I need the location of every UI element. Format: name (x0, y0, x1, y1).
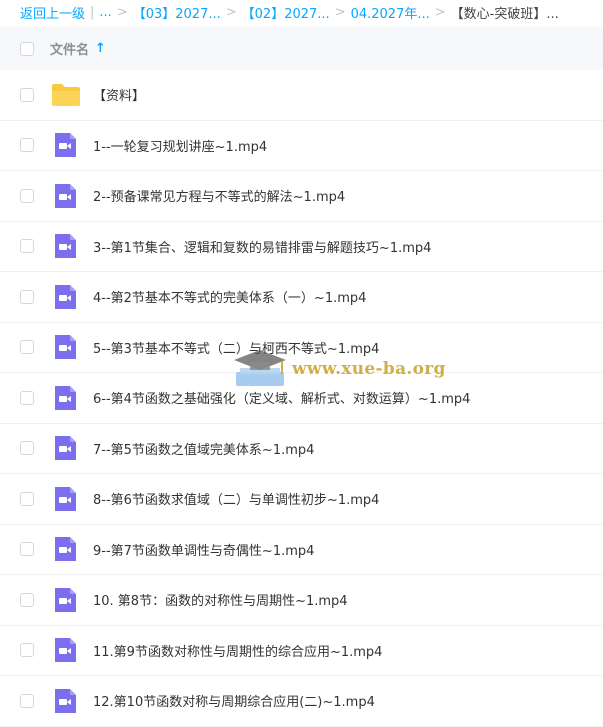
file-row[interactable]: 12.第10节函数对称与周期综合应用(二)~1.mp4 (0, 676, 603, 727)
file-name[interactable]: 2--预备课常见方程与不等式的解法~1.mp4 (93, 186, 345, 205)
video-file-icon (55, 385, 76, 410)
file-row[interactable]: 1--一轮复习规划讲座~1.mp4 (0, 121, 603, 171)
row-checkbox[interactable] (20, 390, 34, 405)
breadcrumb-crumb-2[interactable]: 【02】2027... (242, 3, 330, 22)
file-name[interactable]: 3--第1节集合、逻辑和复数的易错排雷与解题技巧~1.mp4 (93, 237, 431, 256)
video-file-icon (55, 335, 76, 360)
row-checkbox[interactable] (20, 239, 34, 254)
select-all-checkbox[interactable] (20, 41, 34, 56)
video-file-icon (55, 638, 76, 663)
row-checkbox[interactable] (20, 289, 34, 304)
file-row[interactable]: 8--第6节函数求值域（二）与单调性初步~1.mp4 (0, 474, 603, 525)
file-row[interactable]: 10. 第8节：函数的对称性与周期性~1.mp4 (0, 575, 603, 626)
file-name[interactable]: 11.第9节函数对称性与周期性的综合应用~1.mp4 (93, 641, 382, 660)
video-file-icon (55, 234, 76, 259)
file-name[interactable]: 6--第4节函数之基础强化（定义域、解析式、对数运算）~1.mp4 (93, 388, 470, 407)
video-file-icon (55, 284, 76, 309)
file-row[interactable]: 9--第7节函数单调性与奇偶性~1.mp4 (0, 525, 603, 575)
file-name[interactable]: 9--第7节函数单调性与奇偶性~1.mp4 (93, 540, 314, 559)
row-checkbox[interactable] (20, 188, 34, 203)
breadcrumb-crumb-1[interactable]: 【03】2027... (133, 3, 221, 22)
file-name[interactable]: 10. 第8节：函数的对称性与周期性~1.mp4 (93, 590, 348, 609)
column-label: 文件名 (50, 43, 90, 58)
row-checkbox[interactable] (20, 340, 34, 355)
breadcrumb-divider: | (90, 5, 95, 20)
file-name[interactable]: 4--第2节基本不等式的完美体系（一）~1.mp4 (93, 287, 366, 306)
row-checkbox[interactable] (20, 138, 34, 153)
breadcrumb-arrow: > (225, 5, 237, 20)
breadcrumb-ellipsis[interactable]: ... (99, 5, 111, 20)
watermark: www.xue-ba.org (232, 348, 446, 390)
sort-by-name-header[interactable]: 文件名 ↑ (50, 39, 106, 58)
breadcrumb-arrow: > (116, 5, 128, 20)
sort-ascending-icon: ↑ (95, 41, 106, 56)
back-link[interactable]: 返回上一级 (20, 3, 85, 22)
breadcrumb-current: 【数心-突破班】... (450, 7, 559, 22)
row-checkbox[interactable] (20, 491, 34, 506)
breadcrumb-crumb-3[interactable]: 04.2027年... (351, 3, 430, 22)
video-file-icon (55, 537, 76, 562)
graduation-cap-icon (234, 350, 286, 386)
video-file-icon (55, 688, 76, 713)
file-row[interactable]: 11.第9节函数对称性与周期性的综合应用~1.mp4 (0, 626, 603, 676)
file-name[interactable]: 【资料】 (93, 85, 145, 104)
breadcrumb-arrow: > (334, 5, 346, 20)
file-row[interactable]: 7--第5节函数之值域完美体系~1.mp4 (0, 424, 603, 474)
row-checkbox[interactable] (20, 693, 34, 708)
file-row[interactable]: 4--第2节基本不等式的完美体系（一）~1.mp4 (0, 272, 603, 323)
file-name[interactable]: 12.第10节函数对称与周期综合应用(二)~1.mp4 (93, 691, 375, 710)
folder-icon (52, 83, 80, 106)
breadcrumb-arrow: > (434, 5, 446, 20)
file-name[interactable]: 1--一轮复习规划讲座~1.mp4 (93, 136, 267, 155)
file-list: 【资料】 1--一轮复习规划讲座~1.mp4 2--预备课常见方程与不等式的解法~1… (0, 70, 603, 727)
video-file-icon (55, 183, 76, 208)
breadcrumb: 返回上一级 | ... > 【03】2027... > 【02】2027... … (0, 0, 603, 25)
file-list-header: 文件名 ↑ (0, 27, 603, 70)
row-checkbox[interactable] (20, 592, 34, 607)
file-row[interactable]: 3--第1节集合、逻辑和复数的易错排雷与解题技巧~1.mp4 (0, 222, 603, 272)
video-file-icon (55, 436, 76, 461)
file-row[interactable]: 【资料】 (0, 70, 603, 121)
file-name[interactable]: 7--第5节函数之值域完美体系~1.mp4 (93, 439, 314, 458)
watermark-text: www.xue-ba.org (292, 359, 446, 379)
file-row[interactable]: 2--预备课常见方程与不等式的解法~1.mp4 (0, 171, 603, 222)
video-file-icon (55, 133, 76, 158)
row-checkbox[interactable] (20, 643, 34, 658)
file-name[interactable]: 8--第6节函数求值域（二）与单调性初步~1.mp4 (93, 489, 379, 508)
row-checkbox[interactable] (20, 542, 34, 557)
row-checkbox[interactable] (20, 87, 34, 102)
row-checkbox[interactable] (20, 441, 34, 456)
video-file-icon (55, 587, 76, 612)
video-file-icon (55, 486, 76, 511)
